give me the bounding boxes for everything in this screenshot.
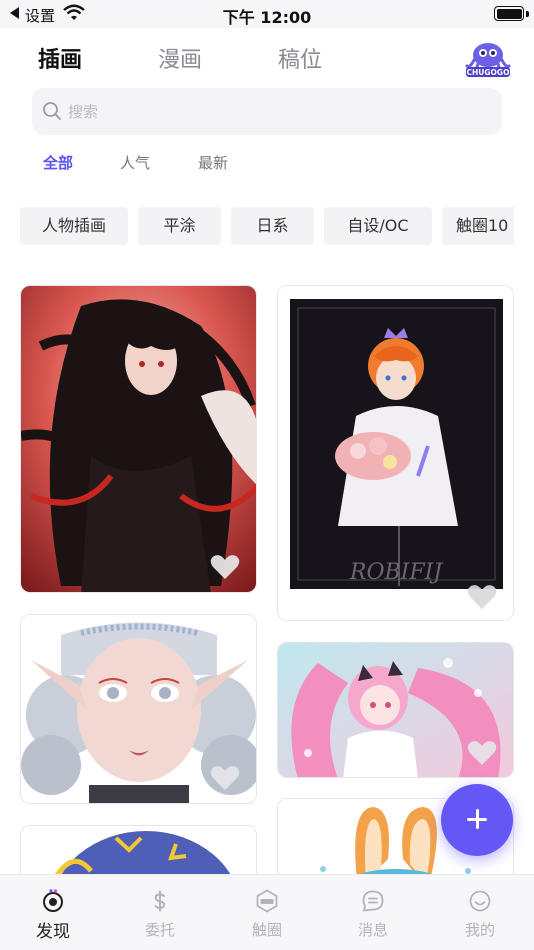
nav-circle[interactable]: 触圈 xyxy=(214,875,320,950)
search-icon xyxy=(43,102,61,120)
tag-chip[interactable]: 自设/OC xyxy=(324,207,432,245)
nav-discover[interactable]: 发现 xyxy=(0,875,106,950)
message-icon xyxy=(362,890,384,912)
artwork-card[interactable] xyxy=(20,285,257,593)
like-heart-icon[interactable] xyxy=(210,765,240,791)
like-heart-icon[interactable] xyxy=(467,584,497,610)
tag-chip[interactable]: 触圈10 xyxy=(442,207,514,245)
battery-icon xyxy=(494,6,524,21)
status-bar: 设置 下午 12:00 xyxy=(0,0,534,28)
artwork-caption: ROBIFIJ xyxy=(349,560,443,585)
smiley-icon xyxy=(469,890,491,912)
nav-me[interactable]: 我的 xyxy=(427,875,533,950)
tag-chip-row[interactable]: 人物插画 平涂 日系 自设/OC 触圈10 xyxy=(20,207,514,245)
like-heart-icon[interactable] xyxy=(467,740,497,766)
artwork-card[interactable] xyxy=(277,642,514,778)
discover-icon xyxy=(43,889,63,912)
bottom-nav-bar: 发现 委托 触圈 消息 我的 xyxy=(0,874,534,950)
tag-chip[interactable]: 平涂 xyxy=(138,207,221,245)
search-bar[interactable] xyxy=(32,88,502,135)
nav-label: 消息 xyxy=(357,921,388,939)
artwork-image: ROBIFIJ xyxy=(278,286,513,620)
top-tab-bar: 插画 漫画 稿位 CHUGOGO xyxy=(0,28,534,90)
artwork-card[interactable]: ROBIFIJ xyxy=(277,285,514,621)
nav-label: 委托 xyxy=(144,921,175,939)
chugogo-logo[interactable]: CHUGOGO xyxy=(464,38,512,78)
nav-label: 发现 xyxy=(36,922,70,942)
create-post-button[interactable] xyxy=(441,784,513,856)
tab-slots[interactable]: 稿位 xyxy=(278,42,322,74)
nav-commission[interactable]: 委托 xyxy=(107,875,213,950)
nav-messages[interactable]: 消息 xyxy=(320,875,426,950)
dollar-icon xyxy=(154,890,166,912)
like-heart-icon[interactable] xyxy=(210,554,240,580)
sort-latest[interactable]: 最新 xyxy=(198,152,228,173)
plus-icon-stroke xyxy=(475,809,479,829)
chugogo-icon xyxy=(256,889,278,913)
artwork-image xyxy=(21,286,256,592)
tag-chip[interactable]: 日系 xyxy=(231,207,314,245)
tag-chip[interactable]: 人物插画 xyxy=(20,207,128,245)
status-time: 下午 12:00 xyxy=(222,8,312,27)
sort-popular[interactable]: 人气 xyxy=(120,152,150,173)
artwork-card[interactable] xyxy=(20,614,257,804)
battery-cap xyxy=(526,11,529,17)
svg-text:CHUGOGO: CHUGOGO xyxy=(467,68,510,77)
nav-label: 触圈 xyxy=(251,921,282,939)
sort-all[interactable]: 全部 xyxy=(43,152,73,173)
tab-illustration[interactable]: 插画 xyxy=(38,42,82,74)
tab-comic[interactable]: 漫画 xyxy=(158,42,202,74)
search-input[interactable] xyxy=(68,88,488,135)
nav-label: 我的 xyxy=(464,921,495,939)
